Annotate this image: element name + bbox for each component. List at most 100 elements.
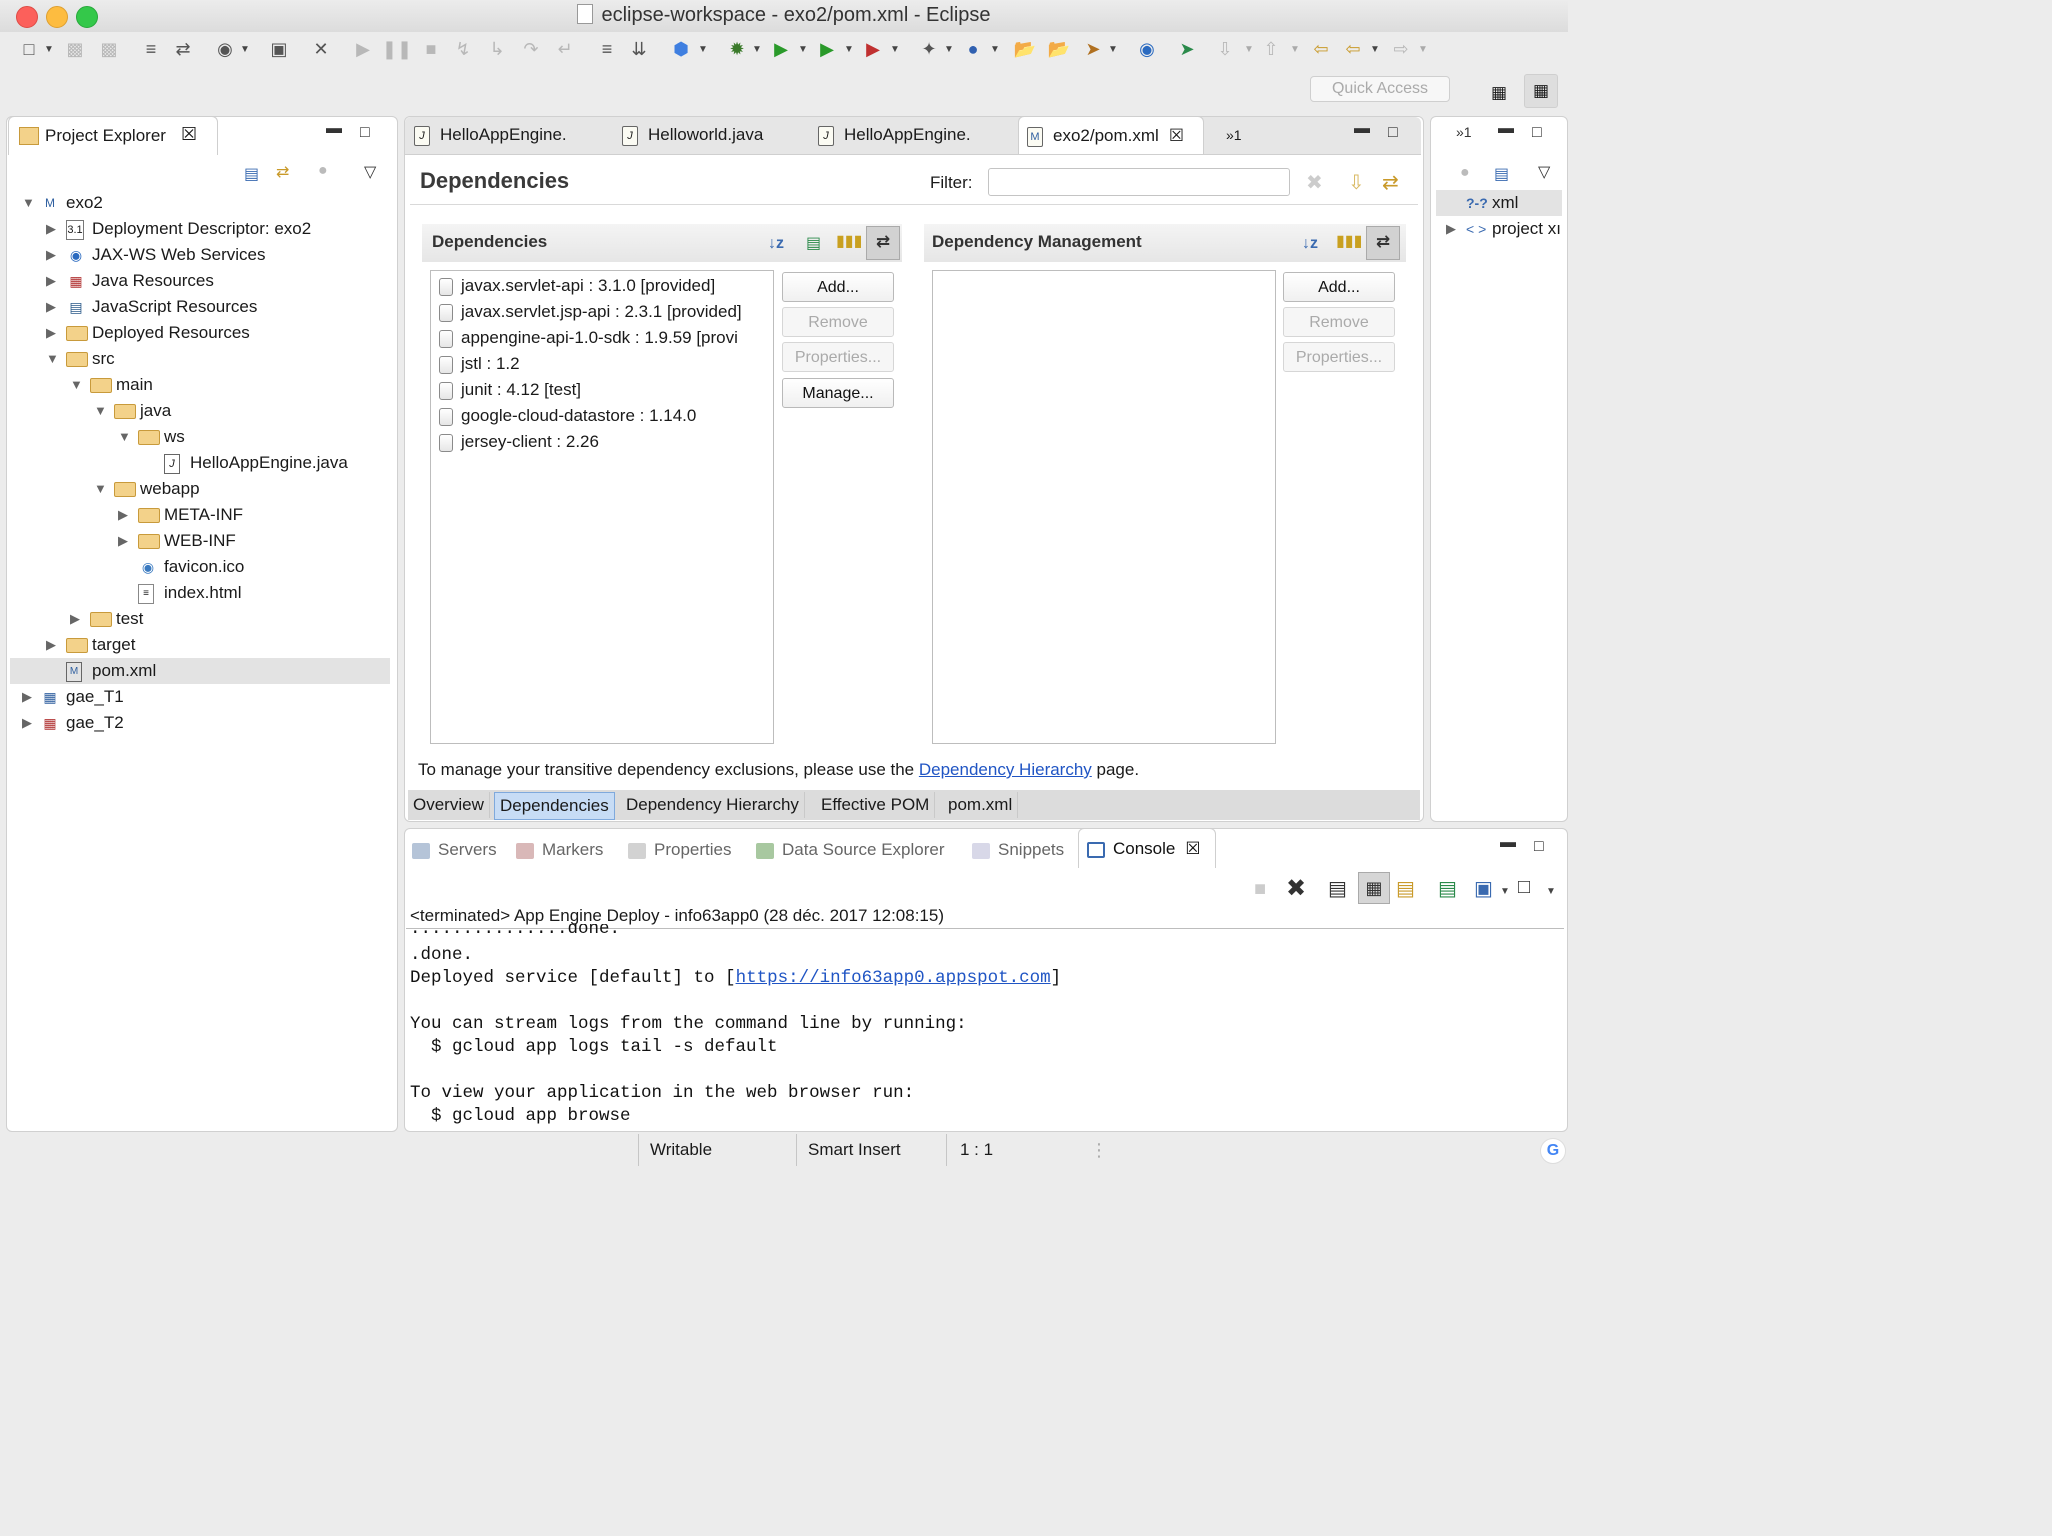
open-console-icon[interactable]: □ bbox=[1518, 876, 1530, 899]
chevron-down-icon[interactable]: ▼ bbox=[990, 44, 1000, 55]
view-menu-icon[interactable]: ▽ bbox=[364, 162, 376, 182]
hierarchy-icon[interactable]: ▤ bbox=[806, 228, 821, 260]
tree-item[interactable]: ▼ src bbox=[10, 346, 390, 372]
list-item[interactable]: jstl : 1.2 bbox=[439, 351, 520, 377]
open-perspective-icon[interactable]: ▦ bbox=[1482, 76, 1516, 110]
suspend-icon[interactable]: ❚❚ bbox=[382, 36, 412, 62]
chevron-down-icon[interactable]: ▼ bbox=[1418, 44, 1428, 55]
pin-console-icon[interactable]: ▤ bbox=[1438, 876, 1457, 901]
browser-globe-icon[interactable]: ◉ bbox=[1134, 36, 1160, 62]
java-ee-perspective-icon[interactable]: ▦ bbox=[1524, 74, 1558, 108]
view-overflow[interactable]: »1 bbox=[1456, 124, 1472, 140]
tab-properties[interactable]: Properties bbox=[628, 832, 731, 868]
tree-item[interactable]: ▶ test bbox=[10, 606, 390, 632]
tab-console[interactable]: Console ☒ bbox=[1078, 828, 1216, 868]
chevron-down-icon[interactable]: ▼ bbox=[752, 44, 762, 55]
close-icon[interactable]: ☒ bbox=[1169, 126, 1184, 145]
tree-item[interactable]: ▶ target bbox=[10, 632, 390, 658]
collapse-all-icon[interactable]: ▤ bbox=[244, 164, 259, 184]
maximize-icon[interactable]: □ bbox=[1388, 124, 1398, 142]
view-menu-icon[interactable]: ▽ bbox=[1538, 162, 1550, 182]
chevron-down-icon[interactable]: ▼ bbox=[1108, 44, 1118, 55]
toggle-filter-icon[interactable]: ⇄ bbox=[866, 226, 900, 260]
list-item[interactable]: javax.servlet.jsp-api : 2.3.1 [provided] bbox=[439, 299, 742, 325]
dependency-properties-button[interactable]: Properties... bbox=[782, 342, 894, 372]
tab-helloappengine-1[interactable]: J HelloAppEngine. bbox=[414, 116, 567, 154]
account-icon[interactable]: ◉ bbox=[212, 36, 238, 62]
google-account-icon[interactable]: G bbox=[1540, 1138, 1566, 1164]
refresh-icon[interactable]: ⇩ bbox=[1348, 170, 1365, 195]
tab-dependency-hierarchy[interactable]: Dependency Hierarchy bbox=[621, 792, 805, 818]
collapse-all-icon[interactable]: ▤ bbox=[1494, 164, 1509, 184]
add-dependency-button[interactable]: Add... bbox=[782, 272, 894, 302]
chevron-down-icon[interactable]: ▼ bbox=[1244, 44, 1254, 55]
tree-item[interactable]: ≡ index.html bbox=[10, 580, 390, 606]
link-with-editor-icon[interactable]: ⇄ bbox=[276, 162, 289, 182]
new-icon[interactable]: □ bbox=[16, 36, 42, 62]
deploy-icon[interactable]: ⇊ bbox=[626, 36, 652, 62]
terminate-console-icon[interactable]: ■ bbox=[1254, 878, 1266, 901]
close-icon[interactable]: ☒ bbox=[181, 124, 197, 145]
tree-item[interactable]: ▼ ws bbox=[10, 424, 390, 450]
run-server-icon[interactable]: ▶ bbox=[814, 36, 840, 62]
next-annotation-icon[interactable]: ⇩ bbox=[1212, 36, 1238, 62]
tab-pom-source[interactable]: pom.xml bbox=[943, 792, 1019, 818]
maximize-icon[interactable]: □ bbox=[1534, 838, 1544, 856]
skip-breakpoints-icon[interactable]: ✕ bbox=[308, 36, 334, 62]
resume-icon[interactable]: ▶ bbox=[350, 36, 376, 62]
forward-icon[interactable]: ⇨ bbox=[1388, 36, 1414, 62]
sort-icon[interactable]: ↓z bbox=[768, 228, 784, 260]
tree-item[interactable]: ◉ favicon.ico bbox=[10, 554, 390, 580]
google-cloud-icon[interactable]: ⬢ bbox=[668, 36, 694, 62]
sync-icon[interactable]: ⇄ bbox=[1382, 170, 1399, 195]
chevron-down-icon[interactable]: ▼ bbox=[1500, 886, 1510, 897]
step-into-icon[interactable]: ↳ bbox=[484, 36, 510, 62]
tree-item[interactable]: M pom.xml bbox=[10, 658, 390, 684]
tab-data-source-explorer[interactable]: Data Source Explorer bbox=[756, 832, 945, 868]
save-all-icon[interactable]: ▩ bbox=[96, 36, 122, 62]
minimize-icon[interactable]: ▬ bbox=[1500, 834, 1516, 852]
open-task-icon[interactable]: 📂 bbox=[1046, 36, 1072, 62]
tab-markers[interactable]: Markers bbox=[516, 832, 603, 868]
minimize-icon[interactable]: ▬ bbox=[1498, 120, 1514, 138]
tree-item[interactable]: ▼ main bbox=[10, 372, 390, 398]
new-class-icon[interactable]: ● bbox=[960, 36, 986, 62]
tab-overview[interactable]: Overview bbox=[408, 792, 490, 818]
last-edit-location-icon[interactable]: ⇦ bbox=[1308, 36, 1334, 62]
tab-helloappengine-2[interactable]: J HelloAppEngine. bbox=[818, 116, 971, 154]
outline-item[interactable]: ▶ < > project xı bbox=[1436, 216, 1562, 242]
clear-filter-icon[interactable]: ✖ bbox=[1306, 170, 1323, 195]
run-icon[interactable]: ▶ bbox=[768, 36, 794, 62]
build-icon[interactable]: ≡ bbox=[138, 36, 164, 62]
tab-overflow[interactable]: »1 bbox=[1226, 116, 1242, 154]
minimize-icon[interactable]: ▬ bbox=[1354, 120, 1370, 138]
tree-item[interactable]: ▶ ▦ Java Resources bbox=[10, 268, 390, 294]
word-wrap-icon[interactable]: ▤ bbox=[1396, 876, 1415, 901]
chevron-down-icon[interactable]: ▼ bbox=[944, 44, 954, 55]
deployed-service-link[interactable]: https://info63app0.appspot.com bbox=[736, 968, 1051, 988]
open-type-icon[interactable]: 📂 bbox=[1012, 36, 1038, 62]
list-item[interactable]: appengine-api-1.0-sdk : 1.9.59 [provi bbox=[439, 325, 738, 351]
chevron-down-icon[interactable]: ▼ bbox=[1290, 44, 1300, 55]
chevron-down-icon[interactable]: ▼ bbox=[240, 44, 250, 55]
clear-console-icon[interactable]: ▤ bbox=[1328, 876, 1347, 901]
tree-item[interactable]: ▶ 3.1 Deployment Descriptor: exo2 bbox=[10, 216, 390, 242]
tree-item[interactable]: ▶ ◉ JAX-WS Web Services bbox=[10, 242, 390, 268]
step-over-icon[interactable]: ↷ bbox=[518, 36, 544, 62]
publish-icon[interactable]: ⇄ bbox=[170, 36, 196, 62]
tree-item[interactable]: ▼ M exo2 bbox=[10, 190, 390, 216]
search-icon[interactable]: ➤ bbox=[1080, 36, 1106, 62]
save-icon[interactable]: ▩ bbox=[62, 36, 88, 62]
chevron-down-icon[interactable]: ▼ bbox=[1546, 886, 1556, 897]
tree-item[interactable]: ▶ ▦ gae_T2 bbox=[10, 710, 390, 736]
back-icon[interactable]: ⇦ bbox=[1340, 36, 1366, 62]
dependency-management-list[interactable] bbox=[932, 270, 1276, 744]
tab-pom-xml[interactable]: Mexo2/pom.xml ☒ bbox=[1018, 116, 1204, 154]
previous-annotation-icon[interactable]: ⇧ bbox=[1258, 36, 1284, 62]
tab-dependencies[interactable]: Dependencies bbox=[494, 792, 615, 820]
tree-item[interactable]: ▶ ▦ gae_T1 bbox=[10, 684, 390, 710]
remove-launch-icon[interactable]: ✖ bbox=[1286, 874, 1306, 903]
disconnect-icon[interactable]: ↯ bbox=[450, 36, 476, 62]
chevron-down-icon[interactable]: ▼ bbox=[698, 44, 708, 55]
maximize-icon[interactable]: □ bbox=[360, 124, 370, 142]
